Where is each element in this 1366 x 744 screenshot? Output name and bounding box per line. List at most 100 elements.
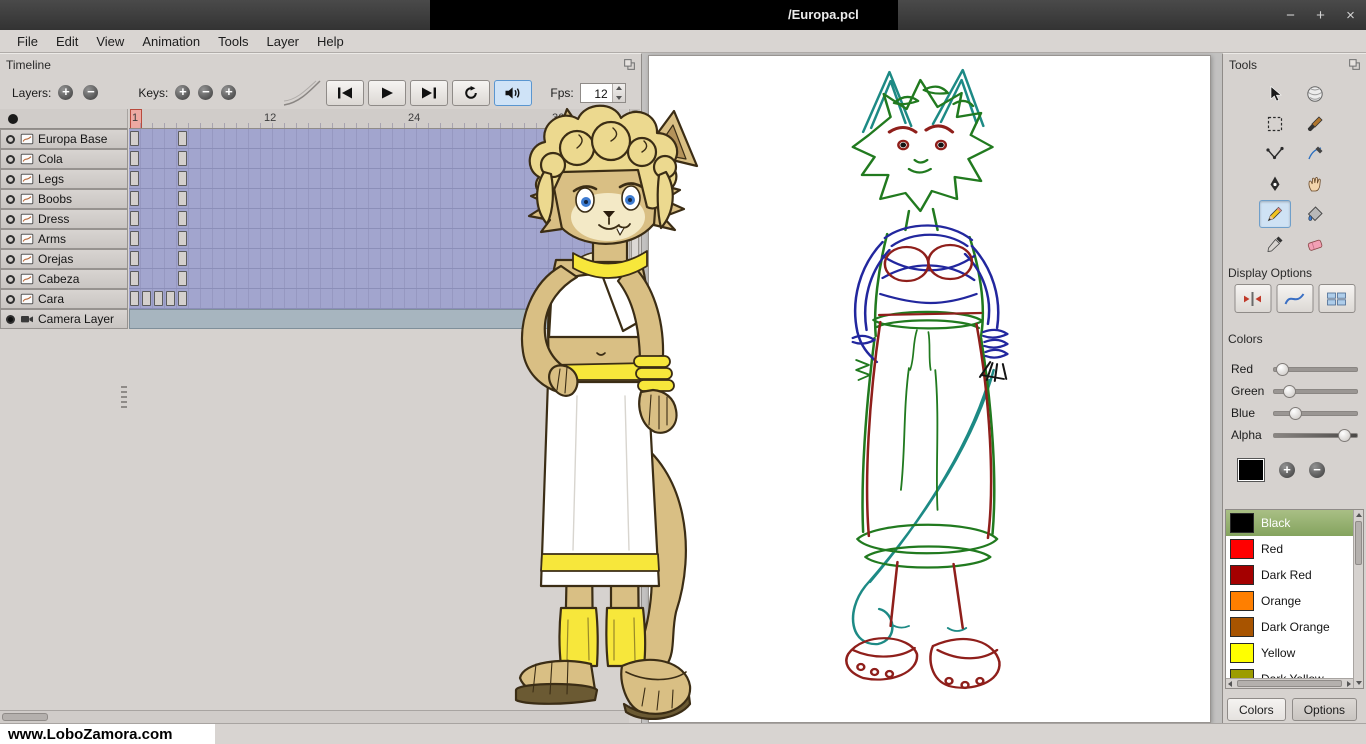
palette-horizontal-scrollbar[interactable] <box>1226 678 1353 688</box>
fps-spinner[interactable]: 12 <box>579 82 626 103</box>
menu-file[interactable]: File <box>8 32 47 51</box>
layer-visibility-toggle[interactable] <box>6 234 15 244</box>
palette-item-red[interactable]: Red <box>1226 536 1353 562</box>
hand-tool-button[interactable] <box>1299 170 1331 198</box>
layer-row-boobs[interactable]: Boobs <box>0 189 128 209</box>
keyframe[interactable] <box>130 231 139 246</box>
move-tool-button[interactable] <box>1259 80 1291 108</box>
menu-animation[interactable]: Animation <box>133 32 209 51</box>
red-slider[interactable] <box>1273 362 1358 376</box>
layer-visibility-toggle[interactable] <box>6 274 15 284</box>
current-color-swatch[interactable] <box>1237 458 1265 482</box>
keyframe[interactable] <box>178 211 187 226</box>
polyline-tool-button[interactable] <box>1259 140 1291 168</box>
green-slider-thumb[interactable] <box>1282 384 1296 398</box>
remove-key-button[interactable]: − <box>198 85 214 100</box>
palette-item-black[interactable]: Black <box>1226 510 1353 536</box>
bucket-tool-button[interactable] <box>1299 200 1331 228</box>
close-button[interactable]: × <box>1343 7 1358 24</box>
add-key-button[interactable]: + <box>175 85 191 100</box>
minimize-button[interactable]: − <box>1283 7 1298 24</box>
palette-item-orange[interactable]: Orange <box>1226 588 1353 614</box>
skip-back-button[interactable] <box>326 79 365 106</box>
pen-tool-button[interactable] <box>1259 170 1291 198</box>
eraser-tool-button[interactable] <box>1299 230 1331 258</box>
titlebar[interactable]: /Europa.pcl − + × <box>0 0 1366 30</box>
loop-button[interactable] <box>452 79 491 106</box>
menu-help[interactable]: Help <box>308 32 353 51</box>
draw-tool-button[interactable] <box>1299 140 1331 168</box>
play-button[interactable] <box>368 79 407 106</box>
sound-button[interactable] <box>494 79 533 106</box>
menu-tools[interactable]: Tools <box>209 32 257 51</box>
keyframe[interactable] <box>130 151 139 166</box>
layer-visibility-toggle[interactable] <box>6 214 15 224</box>
duplicate-key-button[interactable]: + <box>221 85 237 100</box>
red-slider-thumb[interactable] <box>1276 362 1290 376</box>
layer-visibility-toggle[interactable] <box>6 154 15 164</box>
keyframe[interactable] <box>178 171 187 186</box>
alpha-slider[interactable] <box>1273 428 1358 442</box>
palette-item-yellow[interactable]: Yellow <box>1226 640 1353 666</box>
select-tool-button[interactable] <box>1259 110 1291 138</box>
layer-row-arms[interactable]: Arms <box>0 229 128 249</box>
scrollbar-thumb[interactable] <box>1355 521 1362 565</box>
keyframe[interactable] <box>178 231 187 246</box>
keyframe[interactable] <box>130 211 139 226</box>
add-layer-button[interactable]: + <box>58 85 74 100</box>
scrollbar-thumb[interactable] <box>2 713 48 721</box>
brush-tool-button[interactable] <box>1299 110 1331 138</box>
remove-color-button[interactable]: − <box>1309 462 1325 478</box>
onion-skin-button[interactable] <box>1276 284 1313 313</box>
layer-visibility-toggle[interactable] <box>6 254 15 264</box>
keyframe[interactable] <box>130 271 139 286</box>
mirror-horizontal-button[interactable] <box>1234 284 1271 313</box>
scroll-left-arrow[interactable] <box>1226 679 1236 688</box>
scroll-up-arrow[interactable] <box>1354 510 1363 520</box>
keyframe[interactable] <box>178 251 187 266</box>
canvas[interactable] <box>648 55 1211 723</box>
dock-float-button[interactable] <box>623 58 636 71</box>
menu-edit[interactable]: Edit <box>47 32 87 51</box>
layer-row-cabeza[interactable]: Cabeza <box>0 269 128 289</box>
layer-row-cara[interactable]: Cara <box>0 289 128 309</box>
keyframe[interactable] <box>130 191 139 206</box>
palette-vertical-scrollbar[interactable] <box>1353 510 1363 688</box>
layer-row-europa-base[interactable]: Europa Base <box>0 129 128 149</box>
all-layers-dot[interactable] <box>8 114 18 124</box>
layer-visibility-toggle[interactable] <box>6 134 15 144</box>
palette-item-dark-orange[interactable]: Dark Orange <box>1226 614 1353 640</box>
maximize-button[interactable]: + <box>1313 7 1328 24</box>
add-color-button[interactable]: + <box>1279 462 1295 478</box>
pencil-tool-button[interactable] <box>1258 200 1291 228</box>
keyframe[interactable] <box>178 131 187 146</box>
scrollbar-thumb[interactable] <box>1237 680 1342 687</box>
layer-visibility-toggle[interactable] <box>6 174 15 184</box>
splitter-grip[interactable] <box>121 386 127 408</box>
layer-row-legs[interactable]: Legs <box>0 169 128 189</box>
keyframe[interactable] <box>130 171 139 186</box>
layer-row-dress[interactable]: Dress <box>0 209 128 229</box>
keyframe[interactable] <box>178 191 187 206</box>
dock-float-button[interactable] <box>1348 58 1361 71</box>
keyframe[interactable] <box>178 291 187 306</box>
keyframe[interactable] <box>142 291 151 306</box>
layer-row-orejas[interactable]: Orejas <box>0 249 128 269</box>
smudge-tool-button[interactable] <box>1299 80 1331 108</box>
palette-item-dark-red[interactable]: Dark Red <box>1226 562 1353 588</box>
blue-slider[interactable] <box>1273 406 1358 420</box>
scroll-right-arrow[interactable] <box>1343 679 1353 688</box>
menu-layer[interactable]: Layer <box>257 32 308 51</box>
tab-options[interactable]: Options <box>1291 698 1358 721</box>
layer-visibility-toggle[interactable] <box>6 314 15 324</box>
fps-increment-button[interactable] <box>613 84 625 93</box>
skip-forward-button[interactable] <box>410 79 449 106</box>
layer-row-cola[interactable]: Cola <box>0 149 128 169</box>
layer-visibility-toggle[interactable] <box>6 294 15 304</box>
green-slider[interactable] <box>1273 384 1358 398</box>
keyframe[interactable] <box>130 251 139 266</box>
keyframe[interactable] <box>130 291 139 306</box>
fps-decrement-button[interactable] <box>613 93 625 102</box>
keyframe[interactable] <box>178 271 187 286</box>
remove-layer-button[interactable]: − <box>83 85 99 100</box>
